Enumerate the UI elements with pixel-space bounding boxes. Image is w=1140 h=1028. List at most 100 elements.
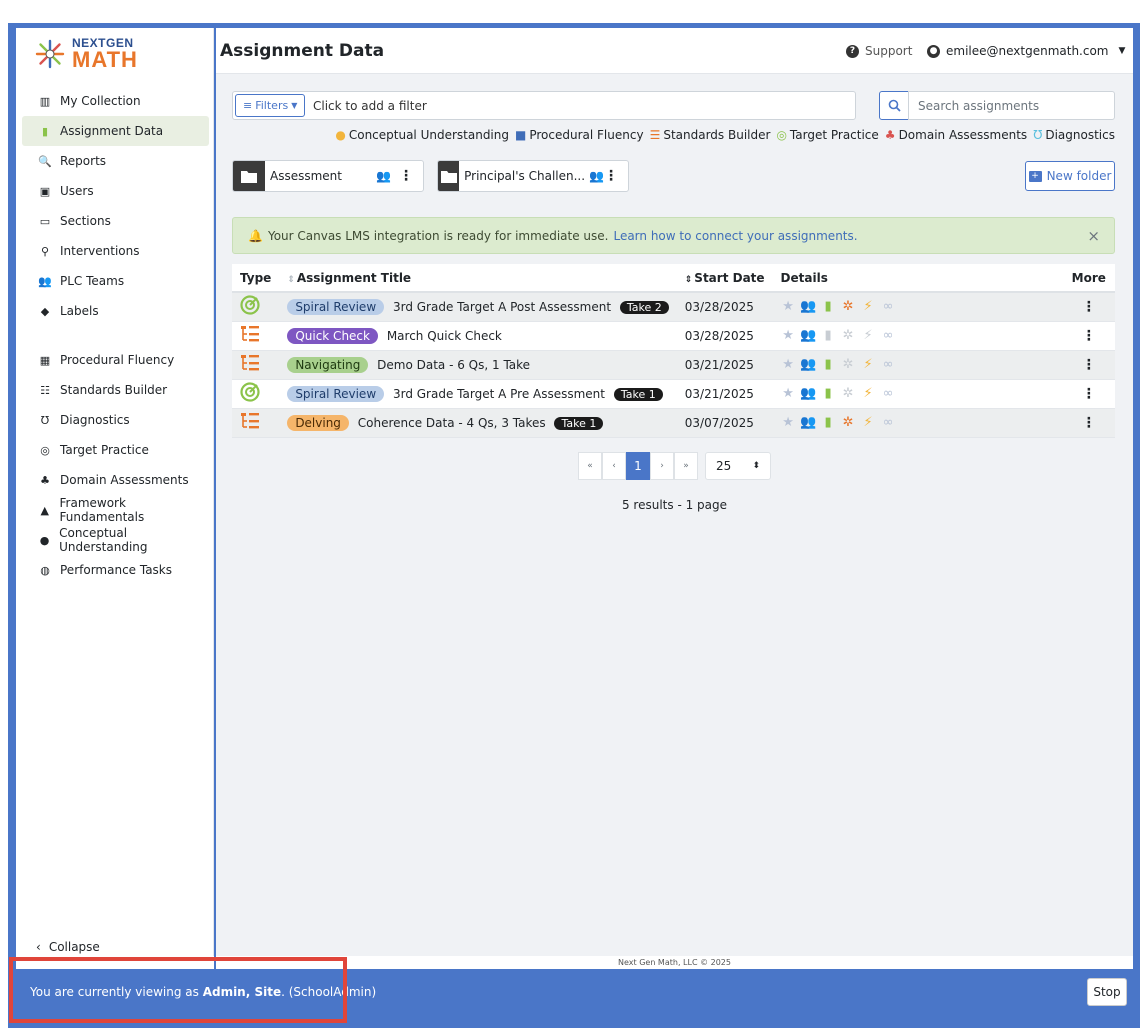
bar-chart-icon[interactable]: ▮ <box>821 386 836 401</box>
bolt-icon[interactable]: ⚡ <box>861 386 876 401</box>
user-menu[interactable]: ● emilee@nextgenmath.com ▼ <box>927 44 1125 58</box>
title-cell[interactable]: Quick Check March Quick Check <box>279 321 677 351</box>
sidebar-item-framework-fundamentals[interactable]: ▲ Framework Fundamentals <box>22 495 209 525</box>
kebab-menu-icon[interactable]: ⋮ <box>1082 386 1096 402</box>
close-icon[interactable]: × <box>1087 227 1100 245</box>
bar-chart-icon[interactable]: ▮ <box>821 299 836 314</box>
next-page-button[interactable]: › <box>650 452 674 480</box>
bolt-icon[interactable]: ⚡ <box>861 299 876 314</box>
collapse-button[interactable]: ‹ Collapse <box>36 940 100 954</box>
kebab-menu-icon[interactable]: ⋮ <box>1082 299 1096 315</box>
star-icon[interactable]: ★ <box>781 386 796 401</box>
impersonation-bar: You are currently viewing as Admin, Site… <box>16 969 1133 1015</box>
legend-swatch-icon: ■ <box>515 128 527 142</box>
people-icon[interactable]: 👥 <box>800 415 816 430</box>
page-1-button[interactable]: 1 <box>626 452 650 480</box>
table-row[interactable]: Navigating Demo Data - 6 Qs, 1 Take 03/2… <box>232 350 1115 380</box>
logo[interactable]: NEXTGEN MATH <box>34 36 138 72</box>
kebab-menu-icon[interactable]: ⋮ <box>399 169 413 183</box>
sync-icon[interactable]: ✲ <box>841 328 856 343</box>
sidebar-item-standards-builder[interactable]: ☷ Standards Builder <box>22 375 209 405</box>
sidebar-item-interventions[interactable]: ⚲ Interventions <box>22 236 209 266</box>
alert-learn-more-link[interactable]: Learn how to connect your assignments. <box>613 229 857 243</box>
kebab-menu-icon[interactable]: ⋮ <box>604 169 618 183</box>
legend-item: ☰ Standards Builder <box>650 128 771 142</box>
kebab-menu-icon[interactable]: ⋮ <box>1082 357 1096 373</box>
people-icon[interactable]: 👥 <box>800 299 816 314</box>
table-row[interactable]: Spiral Review 3rd Grade Target A Pre Ass… <box>232 379 1115 409</box>
bar-chart-icon[interactable]: ▮ <box>821 415 836 430</box>
sidebar-item-performance-tasks[interactable]: ◍ Performance Tasks <box>22 555 209 585</box>
bar-chart-icon[interactable]: ▮ <box>821 357 836 372</box>
assignment-title[interactable]: Coherence Data - 4 Qs, 3 Takes <box>358 416 546 430</box>
star-icon[interactable]: ★ <box>781 357 796 372</box>
title-cell[interactable]: Delving Coherence Data - 4 Qs, 3 Takes T… <box>279 408 677 438</box>
title-cell[interactable]: Navigating Demo Data - 6 Qs, 1 Take <box>279 350 677 380</box>
title-cell[interactable]: Spiral Review 3rd Grade Target A Post As… <box>279 292 677 322</box>
sidebar-item-labels[interactable]: ◆ Labels <box>22 296 209 326</box>
sync-icon[interactable]: ✲ <box>841 415 856 430</box>
folder-principals-challenge[interactable]: Principal's Challen... 👥 ⋮ <box>437 160 629 192</box>
sidebar-item-sections[interactable]: ▭ Sections <box>22 206 209 236</box>
people-icon[interactable]: 👥 <box>800 328 816 343</box>
prev-page-button[interactable]: ‹ <box>602 452 626 480</box>
table-row[interactable]: Delving Coherence Data - 4 Qs, 3 Takes T… <box>232 408 1115 438</box>
column-header-type[interactable]: Type <box>232 264 280 293</box>
people-icon[interactable]: 👥 <box>800 357 816 372</box>
last-page-button[interactable]: » <box>674 452 698 480</box>
folder-assessment[interactable]: Assessment 👥 ⋮ <box>232 160 424 192</box>
sync-icon[interactable]: ✲ <box>841 299 856 314</box>
bar-chart-icon[interactable]: ▮ <box>821 328 836 343</box>
sidebar-item-assignment-data[interactable]: ▮ Assignment Data <box>22 116 209 146</box>
column-header-title[interactable]: ⇕ Assignment Title <box>279 264 677 293</box>
link-icon[interactable]: ∞ <box>881 299 896 314</box>
people-icon[interactable]: 👥 <box>800 386 816 401</box>
category-badge: Navigating <box>287 356 369 373</box>
link-icon[interactable]: ∞ <box>881 357 896 372</box>
sidebar-item-target-practice[interactable]: ◎ Target Practice <box>22 435 209 465</box>
filters-button[interactable]: ≡ Filters ▼ <box>235 94 306 117</box>
title-cell[interactable]: Spiral Review 3rd Grade Target A Pre Ass… <box>279 379 677 409</box>
assignment-title[interactable]: 3rd Grade Target A Post Assessment <box>393 300 611 314</box>
filter-input[interactable]: Click to add a filter <box>313 99 427 113</box>
stop-impersonating-button[interactable]: Stop <box>1087 978 1127 1006</box>
link-icon[interactable]: ∞ <box>881 328 896 343</box>
sidebar-item-my-collection[interactable]: ▥ My Collection <box>22 86 209 116</box>
table-row[interactable]: Quick Check March Quick Check 03/28/2025… <box>232 321 1115 351</box>
kebab-menu-icon[interactable]: ⋮ <box>1082 415 1096 431</box>
bolt-icon[interactable]: ⚡ <box>861 415 876 430</box>
support-link[interactable]: ? Support <box>846 44 912 58</box>
sidebar-item-label: Domain Assessments <box>60 473 189 487</box>
bolt-icon[interactable]: ⚡ <box>861 357 876 372</box>
star-icon[interactable]: ★ <box>781 328 796 343</box>
first-page-button[interactable]: « <box>578 452 602 480</box>
search-input[interactable] <box>908 91 1115 120</box>
new-folder-button[interactable]: + New folder <box>1025 161 1115 191</box>
kebab-menu-icon[interactable]: ⋮ <box>1082 328 1096 344</box>
bolt-icon[interactable]: ⚡ <box>861 328 876 343</box>
sync-icon[interactable]: ✲ <box>841 386 856 401</box>
sidebar-item-diagnostics[interactable]: Ʊ Diagnostics <box>22 405 209 435</box>
column-header-start-date[interactable]: ⇕ Start Date <box>676 264 773 293</box>
assignment-title[interactable]: Demo Data - 6 Qs, 1 Take <box>377 358 530 372</box>
sidebar-item-label: Reports <box>60 154 107 168</box>
table-row[interactable]: Spiral Review 3rd Grade Target A Post As… <box>232 292 1115 322</box>
page-size-select[interactable]: 25 ⬍ <box>705 452 771 480</box>
star-icon[interactable]: ★ <box>781 415 796 430</box>
sidebar-item-plc-teams[interactable]: 👥 PLC Teams <box>22 266 209 296</box>
people-icon: 👥 <box>589 169 604 183</box>
sidebar-item-domain-assessments[interactable]: ♣ Domain Assessments <box>22 465 209 495</box>
sidebar-item-reports[interactable]: 🔍 Reports <box>22 146 209 176</box>
assignment-title[interactable]: 3rd Grade Target A Pre Assessment <box>393 387 605 401</box>
link-icon[interactable]: ∞ <box>881 386 896 401</box>
sidebar-item-conceptual-understanding[interactable]: ● Conceptual Understanding <box>22 525 209 555</box>
link-icon[interactable]: ∞ <box>881 415 896 430</box>
sidebar-item-label: Standards Builder <box>60 383 168 397</box>
star-icon[interactable]: ★ <box>781 299 796 314</box>
search-button[interactable] <box>879 91 909 120</box>
assignment-title[interactable]: March Quick Check <box>387 329 502 343</box>
sidebar-item-users[interactable]: ▣ Users <box>22 176 209 206</box>
sidebar-item-procedural-fluency[interactable]: ▦ Procedural Fluency <box>22 345 209 375</box>
sync-icon[interactable]: ✲ <box>841 357 856 372</box>
cubes-icon: ▲ <box>40 503 49 517</box>
